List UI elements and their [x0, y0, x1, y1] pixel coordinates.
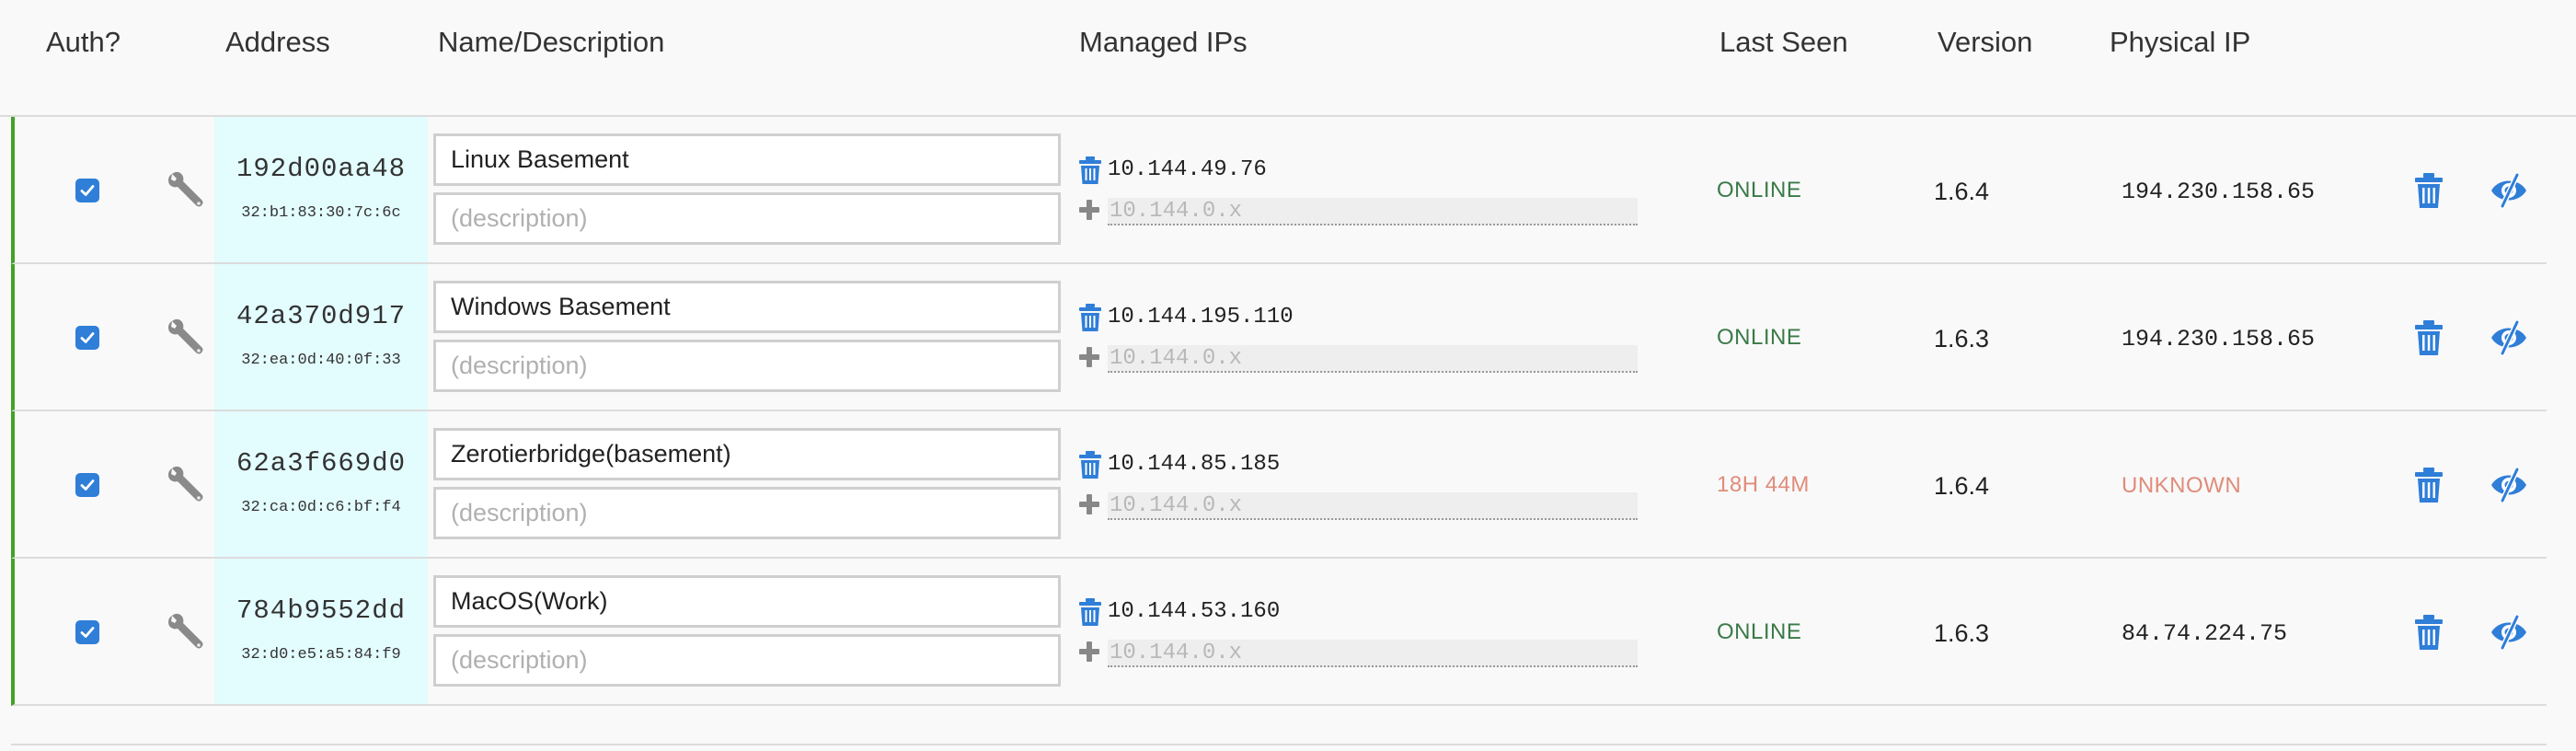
member-row: 62a3f669d0 32:ca:0d:c6:bf:f4 10.144.85.1…: [11, 411, 2547, 559]
member-mac-address: 32:ea:0d:40:0f:33: [241, 352, 401, 369]
member-name-input[interactable]: [433, 428, 1061, 480]
header-physical-ip: Physical IP: [2110, 26, 2251, 58]
last-seen-status: ONLINE: [1717, 178, 1802, 202]
member-mac-address: 32:d0:e5:a5:84:f9: [241, 646, 401, 664]
remove-ip-trash-icon[interactable]: [1077, 303, 1103, 332]
physical-ip: 194.230.158.65: [2122, 326, 2316, 352]
add-ip-input[interactable]: [1108, 492, 1638, 520]
remove-ip-trash-icon[interactable]: [1077, 156, 1103, 185]
table-bottom-divider: [11, 744, 2547, 745]
last-seen-status: ONLINE: [1717, 619, 1802, 644]
physical-ip: 84.74.224.75: [2122, 620, 2288, 647]
add-ip-plus-icon[interactable]: [1077, 345, 1101, 369]
member-address: 42a370d917: [236, 301, 407, 331]
member-mac-address: 32:ca:0d:c6:bf:f4: [241, 499, 401, 516]
remove-ip-trash-icon[interactable]: [1077, 597, 1103, 627]
remove-ip-trash-icon[interactable]: [1077, 450, 1103, 479]
member-version: 1.6.4: [1934, 178, 1990, 205]
managed-ip: 10.144.53.160: [1108, 599, 1281, 624]
header-auth: Auth?: [46, 26, 121, 58]
add-ip-input[interactable]: [1108, 640, 1638, 667]
member-description-input[interactable]: [433, 340, 1061, 392]
last-seen-status: 18H 44M: [1717, 472, 1810, 497]
member-description-input[interactable]: [433, 192, 1061, 245]
address-cell: [214, 559, 428, 704]
checkmark-icon: [80, 185, 95, 196]
header-version: Version: [1938, 26, 2033, 58]
delete-member-trash-icon[interactable]: [2413, 319, 2444, 356]
member-mac-address: 32:b1:83:30:7c:6c: [241, 204, 401, 222]
managed-ip: 10.144.195.110: [1108, 305, 1294, 329]
add-ip-input[interactable]: [1108, 198, 1638, 225]
member-address: 192d00aa48: [236, 154, 407, 184]
wrench-icon[interactable]: [165, 612, 205, 653]
member-row: 784b9552dd 32:d0:e5:a5:84:f9 10.144.53.1…: [11, 559, 2547, 706]
add-ip-input[interactable]: [1108, 345, 1638, 373]
delete-member-trash-icon[interactable]: [2413, 467, 2444, 503]
checkmark-icon: [80, 479, 95, 491]
delete-member-trash-icon[interactable]: [2413, 614, 2444, 651]
auth-checkbox[interactable]: [75, 326, 99, 350]
member-name-input[interactable]: [433, 575, 1061, 628]
add-ip-plus-icon[interactable]: [1077, 640, 1101, 664]
auth-checkbox[interactable]: [75, 473, 99, 497]
header-name-description: Name/Description: [438, 26, 665, 58]
delete-member-trash-icon[interactable]: [2413, 172, 2444, 209]
member-description-input[interactable]: [433, 634, 1061, 687]
hide-member-eye-slash-icon[interactable]: [2490, 172, 2528, 209]
member-version: 1.6.4: [1934, 472, 1990, 500]
member-row: 42a370d917 32:ea:0d:40:0f:33 10.144.195.…: [11, 264, 2547, 411]
hide-member-eye-slash-icon[interactable]: [2490, 614, 2528, 651]
last-seen-status: ONLINE: [1717, 325, 1802, 350]
managed-ip: 10.144.49.76: [1108, 157, 1267, 182]
header-address: Address: [225, 26, 330, 58]
auth-checkbox[interactable]: [75, 179, 99, 202]
add-ip-plus-icon[interactable]: [1077, 198, 1101, 222]
member-description-input[interactable]: [433, 487, 1061, 539]
address-cell: [214, 264, 428, 410]
member-version: 1.6.3: [1934, 325, 1990, 352]
wrench-icon[interactable]: [165, 170, 205, 211]
member-name-input[interactable]: [433, 133, 1061, 186]
wrench-icon[interactable]: [165, 465, 205, 505]
auth-checkbox[interactable]: [75, 620, 99, 644]
header-last-seen: Last Seen: [1719, 26, 1848, 58]
checkmark-icon: [80, 627, 95, 638]
address-cell: [214, 411, 428, 557]
hide-member-eye-slash-icon[interactable]: [2490, 467, 2528, 503]
checkmark-icon: [80, 332, 95, 343]
header-managed-ips: Managed IPs: [1079, 26, 1248, 58]
managed-ip: 10.144.85.185: [1108, 452, 1281, 477]
hide-member-eye-slash-icon[interactable]: [2490, 319, 2528, 356]
wrench-icon[interactable]: [165, 318, 205, 358]
member-name-input[interactable]: [433, 281, 1061, 333]
member-address: 62a3f669d0: [236, 448, 407, 479]
member-version: 1.6.3: [1934, 619, 1990, 647]
table-header: Auth? Address Name/Description Managed I…: [0, 0, 2576, 117]
physical-ip: UNKNOWN: [2122, 473, 2242, 498]
member-row: 192d00aa48 32:b1:83:30:7c:6c 10.144.49.7…: [11, 117, 2547, 264]
add-ip-plus-icon[interactable]: [1077, 492, 1101, 516]
member-address: 784b9552dd: [236, 595, 407, 626]
physical-ip: 194.230.158.65: [2122, 179, 2316, 205]
address-cell: [214, 117, 428, 262]
